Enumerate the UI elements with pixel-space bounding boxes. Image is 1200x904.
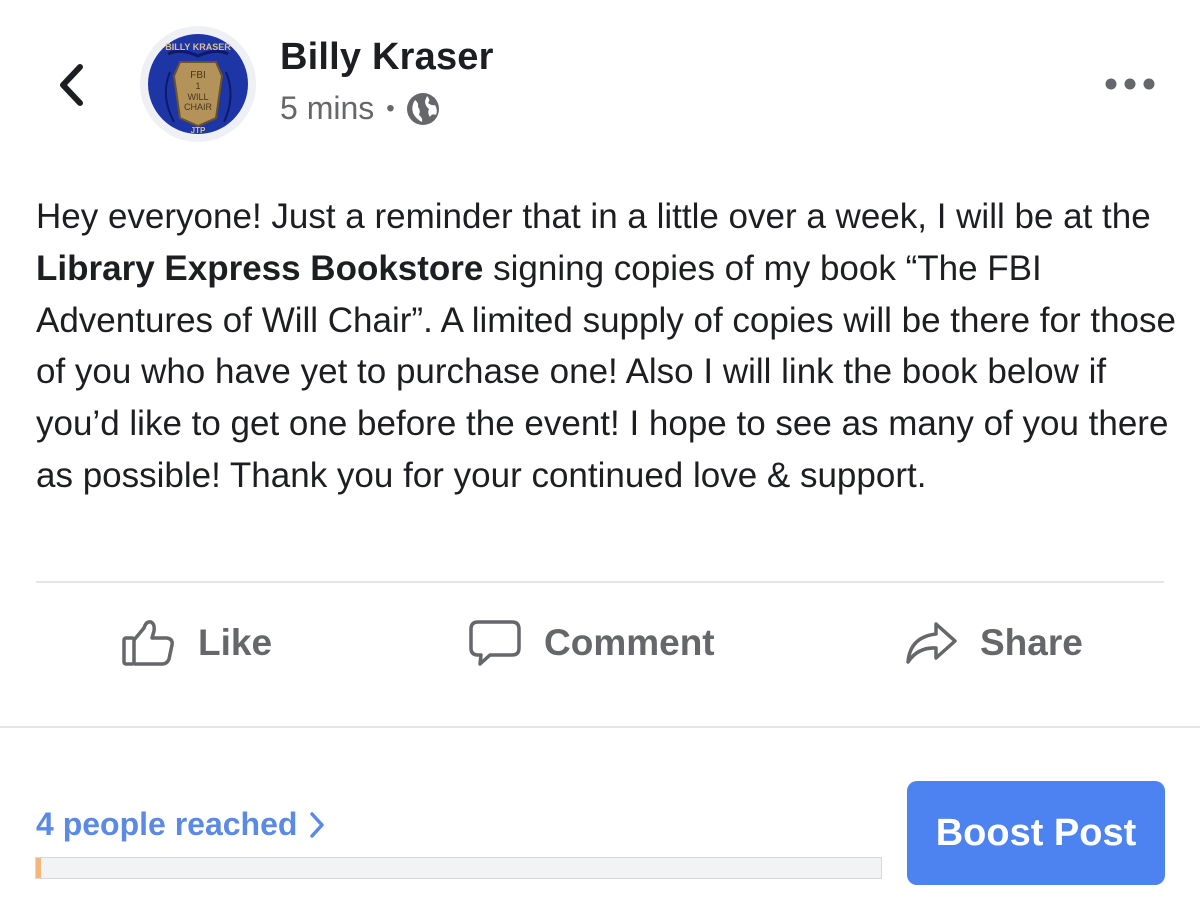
chevron-left-icon (60, 64, 83, 106)
divider (36, 581, 1164, 583)
more-options-button[interactable] (1100, 66, 1160, 102)
people-reached-link[interactable]: 4 people reached (36, 806, 325, 843)
more-dots-icon (1105, 78, 1155, 90)
avatar-badge-image: BILLY KRASER FBI 1 WILL CHAIR JTP (148, 34, 248, 135)
avatar-badge-line4: CHAIR (184, 102, 213, 112)
avatar-badge-line2: 1 (195, 81, 200, 91)
people-reached-label: 4 people reached (36, 806, 298, 842)
globe-icon (406, 92, 439, 125)
avatar-badge-bottom-text: JTP (191, 126, 206, 135)
divider (0, 726, 1200, 728)
chevron-right-icon (309, 811, 325, 839)
post-meta: 5 mins • (280, 90, 441, 127)
like-label: Like (198, 622, 273, 663)
reach-progress-bar (35, 857, 882, 879)
post-text: Hey everyone! Just a reminder that in a … (36, 191, 1176, 502)
avatar-badge-line3: WILL (187, 92, 208, 102)
comment-bubble-icon (469, 620, 521, 666)
avatar[interactable]: BILLY KRASER FBI 1 WILL CHAIR JTP (140, 26, 256, 142)
comment-button[interactable]: Comment (468, 608, 715, 678)
bookstore-name: Library Express Bookstore (36, 248, 484, 288)
reach-progress-fill (36, 858, 42, 878)
post-text-intro: Hey everyone! Just a reminder that in a … (36, 197, 1151, 236)
back-button[interactable] (46, 60, 96, 110)
post-timestamp[interactable]: 5 mins (280, 90, 374, 127)
avatar-badge-top-text: BILLY KRASER (165, 42, 231, 52)
author-name[interactable]: Billy Kraser (280, 36, 494, 79)
share-button[interactable]: Share (904, 608, 1083, 678)
thumbs-up-icon (122, 620, 174, 666)
share-label: Share (980, 622, 1083, 663)
share-arrow-icon (906, 622, 957, 664)
boost-post-button[interactable]: Boost Post (907, 781, 1165, 885)
avatar-badge-line1: FBI (190, 70, 206, 81)
like-button[interactable]: Like (120, 608, 272, 678)
meta-separator: • (386, 94, 395, 122)
comment-label: Comment (544, 622, 715, 663)
